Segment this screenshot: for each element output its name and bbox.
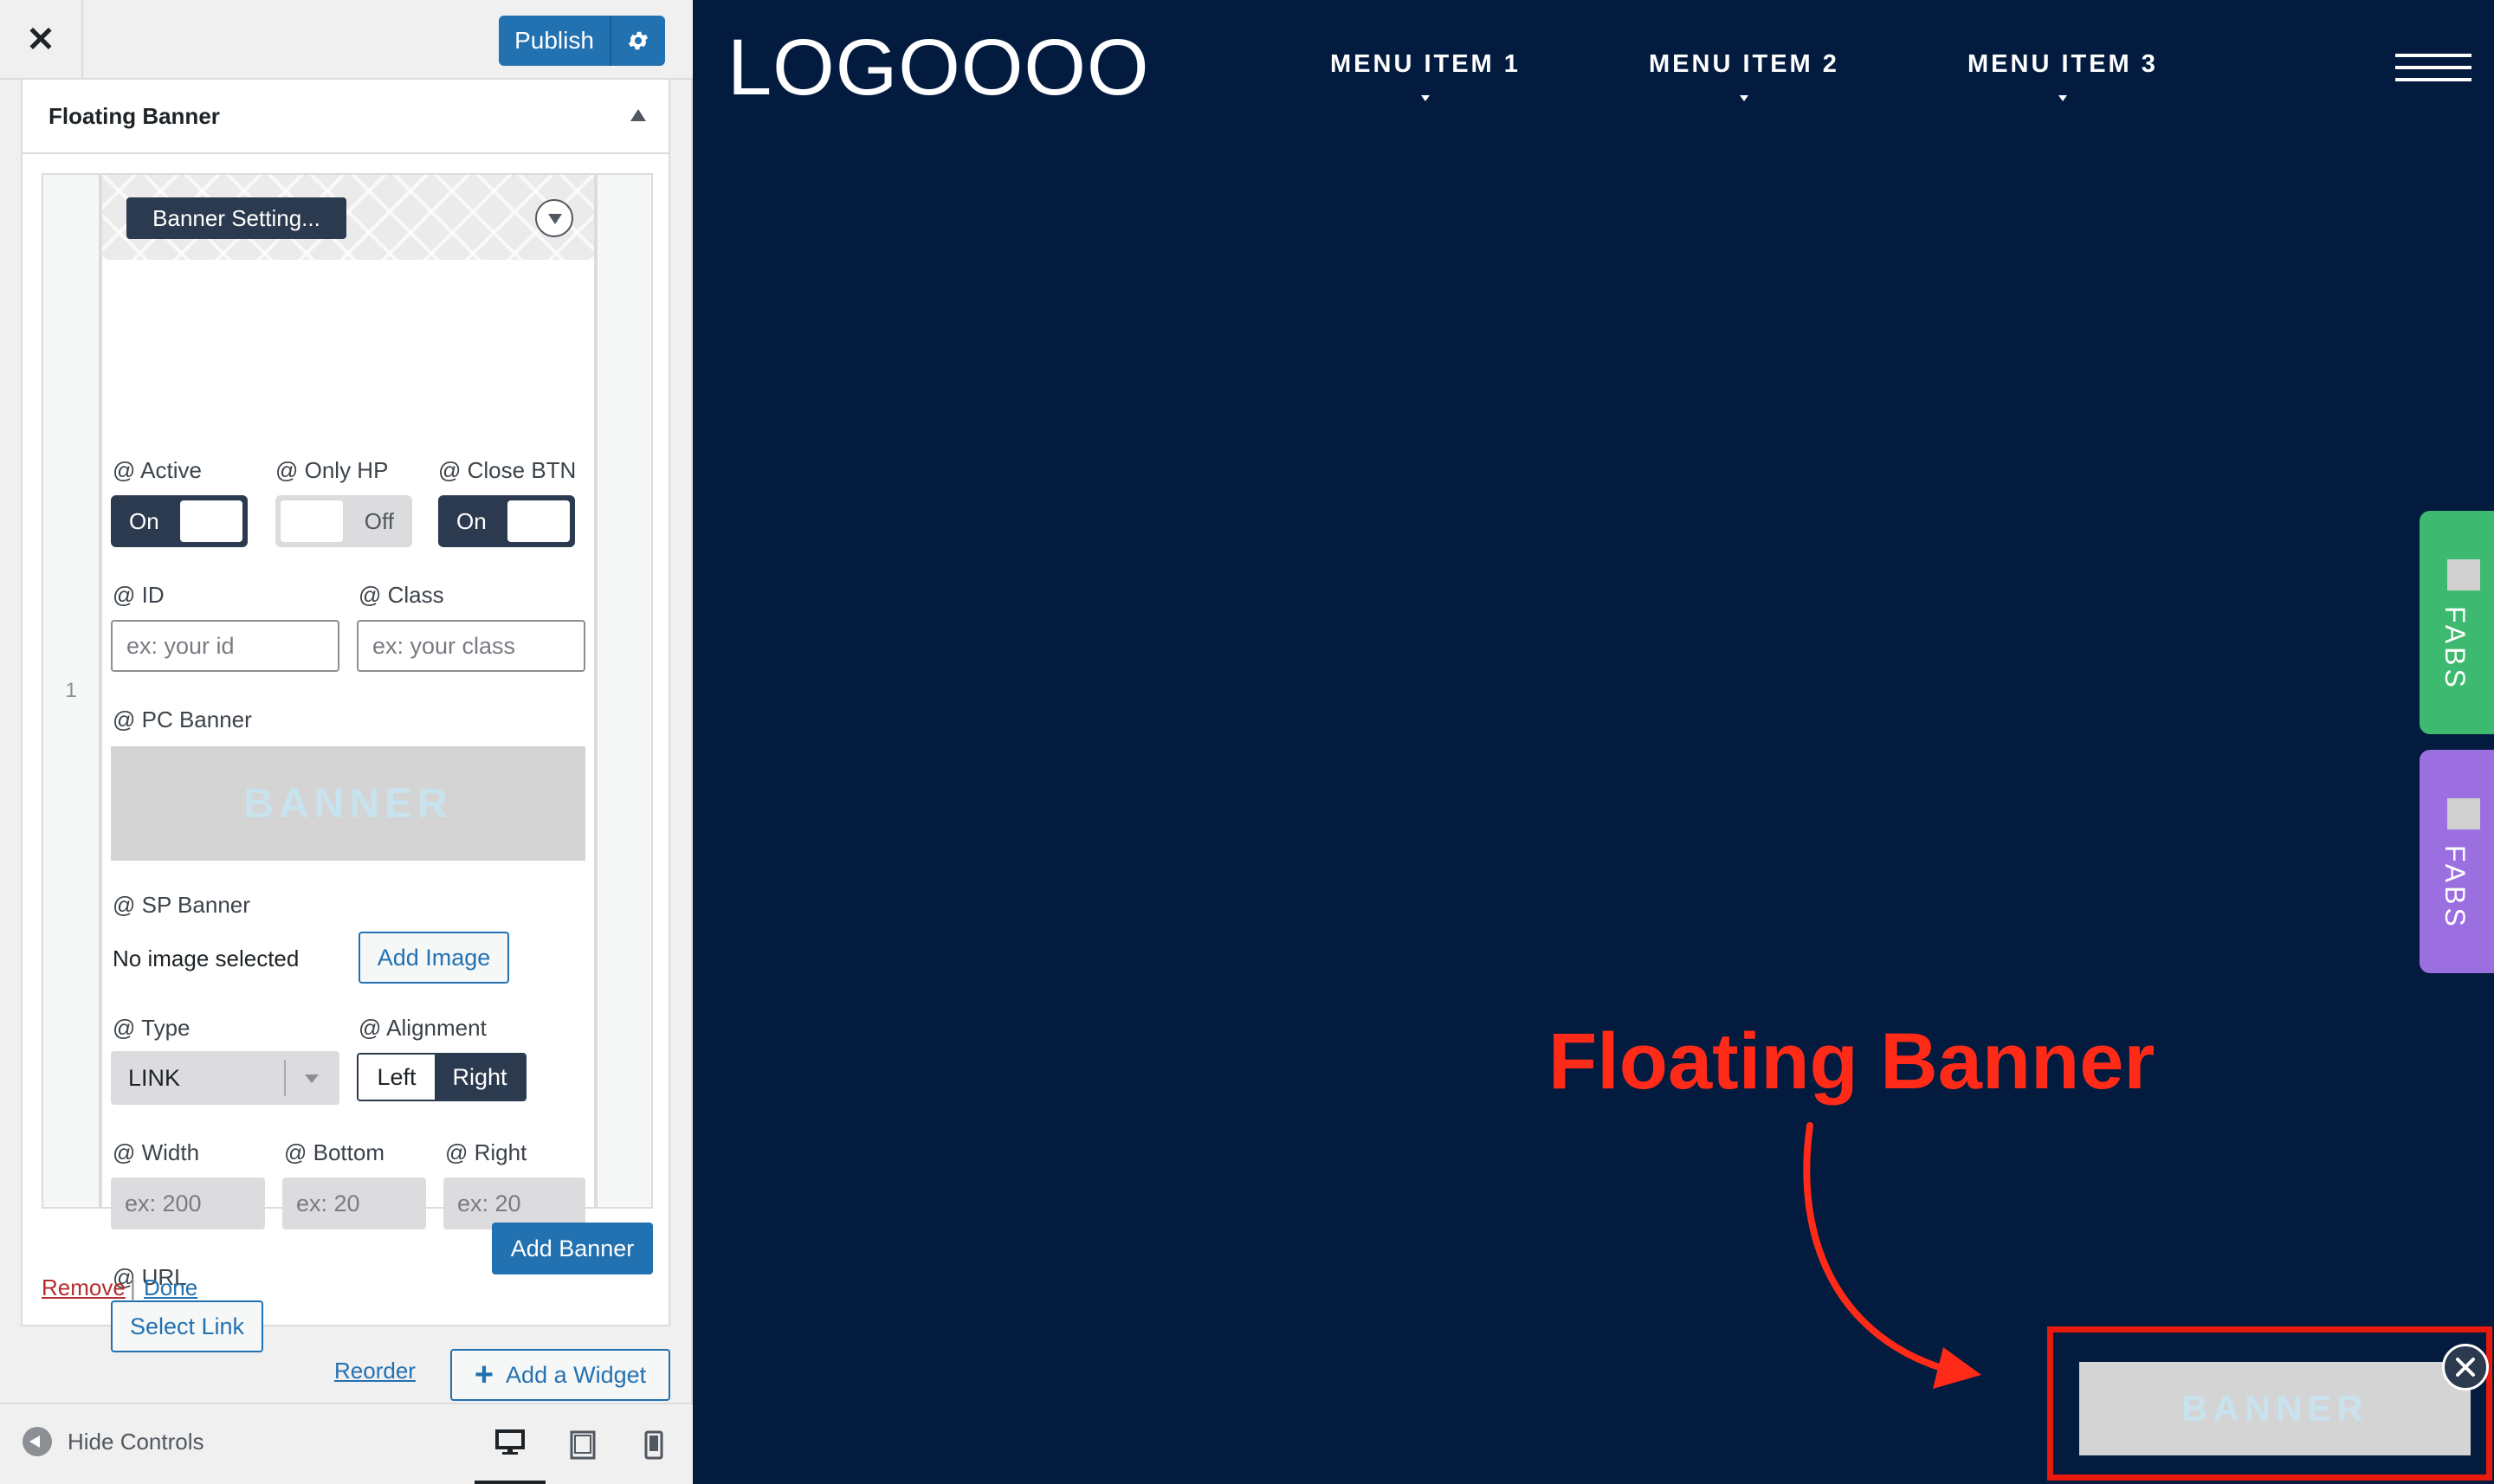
sp-banner-status: No image selected	[113, 945, 300, 971]
floating-banner-highlight: BANNER	[2047, 1326, 2492, 1481]
pc-banner-image[interactable]: BANNER	[111, 746, 585, 861]
customizer-panel: ✕ Publish Floating Banner 1 Banner Setti…	[0, 0, 693, 1484]
plus-icon: +	[474, 1357, 494, 1393]
pc-banner-image-text: BANNER	[243, 780, 453, 827]
gear-icon	[628, 31, 649, 50]
close-icon: ✕	[26, 21, 55, 59]
sp-banner-label: @ SP Banner	[113, 892, 250, 918]
active-toggle[interactable]: On	[111, 495, 248, 547]
expand-toggle-icon[interactable]	[535, 199, 573, 237]
add-image-button[interactable]: Add Image	[359, 932, 509, 984]
widget-title: Floating Banner	[48, 102, 220, 129]
toggle-knob	[180, 500, 242, 542]
toggle-knob	[507, 500, 570, 542]
select-link-button[interactable]: Select Link	[111, 1300, 263, 1352]
row-number: 1	[43, 175, 100, 1207]
id-input[interactable]	[111, 620, 339, 672]
publish-settings-button[interactable]	[610, 16, 665, 66]
done-link[interactable]: Done	[144, 1274, 197, 1301]
collapse-arrow-icon	[23, 1427, 52, 1456]
right-label: @ Right	[445, 1139, 527, 1165]
chevron-down-icon	[305, 1074, 319, 1083]
id-label: @ ID	[113, 582, 165, 608]
add-widget-button[interactable]: + Add a Widget	[450, 1349, 670, 1401]
alignment-label: @ Alignment	[359, 1015, 487, 1041]
floating-banner-close-button[interactable]	[2442, 1344, 2489, 1390]
select-divider	[284, 1060, 286, 1096]
only-hp-toggle-state: Off	[364, 507, 394, 534]
close-customizer-button[interactable]: ✕	[0, 0, 83, 80]
add-banner-button[interactable]: Add Banner	[492, 1223, 653, 1274]
hide-controls-label: Hide Controls	[68, 1428, 204, 1455]
type-label: @ Type	[113, 1015, 191, 1041]
site-preview: LOGOOOO MENU ITEM 1 MENU ITEM 2 MENU ITE…	[693, 0, 2494, 1484]
class-label: @ Class	[359, 582, 444, 608]
bottom-label: @ Bottom	[284, 1139, 384, 1165]
alignment-button-group: Left Right	[357, 1053, 527, 1101]
banner-item-card: Banner Setting... @ Active @ Only HP @ C…	[100, 175, 598, 1352]
tablet-icon	[570, 1430, 596, 1460]
hide-controls-button[interactable]: Hide Controls	[23, 1427, 204, 1456]
only-hp-label: @ Only HP	[275, 457, 389, 483]
customizer-footer: Hide Controls	[0, 1403, 693, 1484]
annotation-arrow-icon	[1803, 1122, 1981, 1389]
type-select[interactable]: LINK	[111, 1051, 339, 1105]
close-icon	[2456, 1358, 2475, 1377]
remove-link[interactable]: Remove	[42, 1274, 126, 1301]
desktop-preview-button[interactable]	[475, 1404, 546, 1484]
close-btn-toggle-state: On	[456, 507, 487, 534]
link-separator: |	[130, 1274, 136, 1300]
banner-item-header: Banner Setting...	[102, 175, 594, 260]
floating-banner[interactable]: BANNER	[2079, 1362, 2471, 1455]
align-left-button[interactable]: Left	[359, 1055, 435, 1100]
type-select-value: LINK	[128, 1064, 181, 1091]
publish-button[interactable]: Publish	[499, 16, 665, 66]
collapse-caret-icon[interactable]	[630, 109, 646, 121]
repeater-gutter	[598, 175, 651, 1207]
desktop-icon	[495, 1429, 525, 1455]
close-btn-toggle[interactable]: On	[438, 495, 575, 547]
widget-section: Floating Banner 1 Banner Setting... @ Ac…	[21, 80, 670, 1352]
add-widget-label: Add a Widget	[506, 1361, 647, 1388]
mobile-preview-button[interactable]	[618, 1404, 689, 1484]
pc-banner-label: @ PC Banner	[113, 707, 252, 732]
width-input[interactable]	[111, 1178, 265, 1229]
mobile-icon	[644, 1430, 663, 1460]
active-label: @ Active	[113, 457, 202, 483]
only-hp-toggle[interactable]: Off	[275, 495, 412, 547]
banner-repeater: 1 Banner Setting... @ Active @ Only HP @…	[42, 173, 653, 1352]
align-right-button[interactable]: Right	[435, 1055, 525, 1100]
width-label: @ Width	[113, 1139, 200, 1165]
publish-label: Publish	[514, 27, 594, 54]
class-input[interactable]	[357, 620, 585, 672]
widget-title-bar[interactable]: Floating Banner	[23, 80, 669, 154]
tablet-preview-button[interactable]	[547, 1404, 618, 1484]
customizer-header: ✕ Publish	[0, 0, 693, 80]
floating-banner-text: BANNER	[2181, 1388, 2368, 1429]
banner-item-title[interactable]: Banner Setting...	[126, 197, 346, 239]
active-toggle-state: On	[129, 507, 159, 534]
toggle-knob	[281, 500, 343, 542]
right-input[interactable]	[443, 1178, 585, 1229]
bottom-input[interactable]	[282, 1178, 426, 1229]
close-btn-label: @ Close BTN	[438, 457, 577, 483]
reorder-link[interactable]: Reorder	[334, 1358, 416, 1384]
